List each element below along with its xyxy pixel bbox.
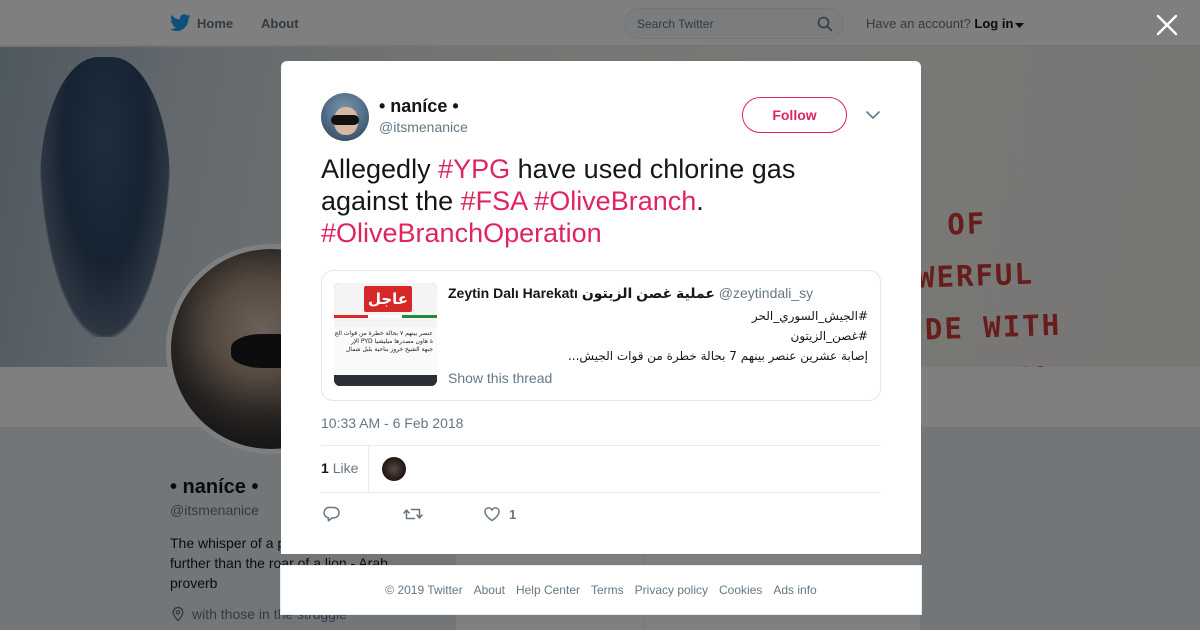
retweet-button[interactable] <box>403 504 423 524</box>
likes-stat[interactable]: 1 Like <box>321 460 358 476</box>
tweet-text-part: . <box>696 186 704 216</box>
tweet-stats: 1 Like <box>321 445 881 493</box>
hashtag-link[interactable]: #OliveBranch <box>534 186 696 216</box>
author-handle[interactable]: @itsmenanice <box>379 119 468 135</box>
footer-terms-link[interactable]: Terms <box>591 583 624 597</box>
avatar-sunglasses <box>331 115 359 125</box>
footer-about-link[interactable]: About <box>474 583 505 597</box>
like-button[interactable]: 1 <box>483 504 516 524</box>
liker-avatar[interactable] <box>382 457 406 481</box>
quoted-text-line: #الجيش_السوري_الحر <box>751 309 868 323</box>
footer-privacy-link[interactable]: Privacy policy <box>635 583 708 597</box>
like-count: 1 <box>509 506 517 522</box>
quoted-tweet-text: #الجيش_السوري_الحر #غصن_الزيتون إصابة عش… <box>448 306 868 366</box>
hashtag-link[interactable]: #YPG <box>438 154 510 184</box>
follow-button[interactable]: Follow <box>742 97 847 133</box>
quoted-author-name: Zeytin Dalı Harekatı عملية غصن الزيتون <box>448 285 715 301</box>
footer-cookies-link[interactable]: Cookies <box>719 583 762 597</box>
quoted-text-line: #غصن_الزيتون <box>790 329 868 343</box>
breaking-badge: عاجل <box>364 286 412 312</box>
likes-count: 1 <box>321 460 329 476</box>
image-footer <box>334 375 437 386</box>
footer-help-center-link[interactable]: Help Center <box>516 583 580 597</box>
hashtag-link[interactable]: #OliveBranchOperation <box>321 218 602 248</box>
tweet-modal: • naníce • @itsmenanice Follow Allegedly… <box>281 61 921 554</box>
author-name[interactable]: • naníce • <box>379 96 459 117</box>
image-text-line: عنصر بينهم ٧ بحالة خطرة من قوات الج <box>334 330 434 337</box>
tweet-text: Allegedly #YPG have used chlorine gas ag… <box>321 153 881 249</box>
tweet-text-part: Allegedly <box>321 154 439 184</box>
footer-copyright: © 2019 Twitter <box>385 583 463 597</box>
show-thread-link[interactable]: Show this thread <box>448 370 552 386</box>
quoted-text-line: إصابة عشرين عنصر بينهم 7 بحالة خطرة من ق… <box>567 349 868 363</box>
retweet-icon <box>403 508 423 520</box>
likes-label: Like <box>332 460 359 476</box>
tweet-timestamp[interactable]: 10:33 AM - 6 Feb 2018 <box>321 415 463 431</box>
flag-stripe <box>334 315 437 318</box>
quoted-tweet-header: Zeytin Dalı Harekatı عملية غصن الزيتون @… <box>448 285 813 302</box>
site-footer: © 2019 Twitter About Help Center Terms P… <box>280 565 922 615</box>
reply-icon <box>323 506 340 522</box>
quoted-author-handle: @zeytindali_sy <box>718 285 814 301</box>
image-text-block: عنصر بينهم ٧ بحالة خطرة من قوات الج ة ها… <box>334 327 437 375</box>
quoted-tweet-image[interactable]: عاجل عنصر بينهم ٧ بحالة خطرة من قوات الج… <box>334 283 437 386</box>
heart-icon <box>484 507 500 522</box>
image-text-line: جبهة الشيخ خروز بناحية بلبل شمال <box>345 346 433 353</box>
chevron-down-icon[interactable] <box>865 108 881 122</box>
author-avatar[interactable] <box>321 93 369 141</box>
hashtag-link[interactable]: #FSA <box>461 186 527 216</box>
footer-ads-info-link[interactable]: Ads info <box>773 583 816 597</box>
image-text-line: ة هاون مصدرها ميليشيا PYD الإر <box>350 338 433 345</box>
stats-divider <box>368 446 369 493</box>
quoted-tweet-card[interactable]: عاجل عنصر بينهم ٧ بحالة خطرة من قوات الج… <box>321 270 881 401</box>
close-icon[interactable] <box>1154 12 1180 38</box>
tweet-actions: 1 <box>321 504 881 524</box>
reply-button[interactable] <box>323 504 341 524</box>
